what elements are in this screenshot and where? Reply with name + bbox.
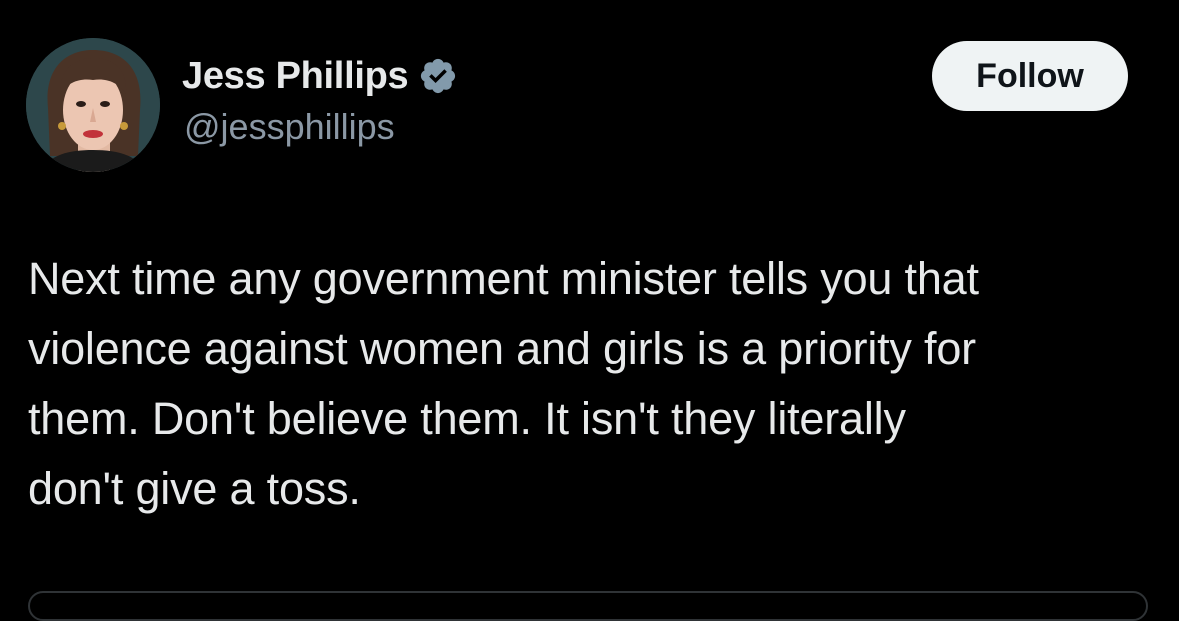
tweet-card: Jess Phillips @jessphillips Follow Next … bbox=[0, 0, 1179, 621]
author-display-name[interactable]: Jess Phillips bbox=[182, 55, 409, 98]
follow-button[interactable]: Follow bbox=[932, 41, 1128, 111]
author-avatar[interactable] bbox=[26, 38, 160, 172]
author-name-row: Jess Phillips bbox=[182, 50, 458, 102]
tweet-text: Next time any government minister tells … bbox=[28, 253, 979, 514]
avatar-portrait-icon bbox=[26, 38, 160, 172]
author-handle[interactable]: @jessphillips bbox=[184, 106, 395, 148]
quoted-content-border[interactable] bbox=[28, 591, 1148, 621]
verified-badge-icon[interactable] bbox=[418, 56, 458, 96]
